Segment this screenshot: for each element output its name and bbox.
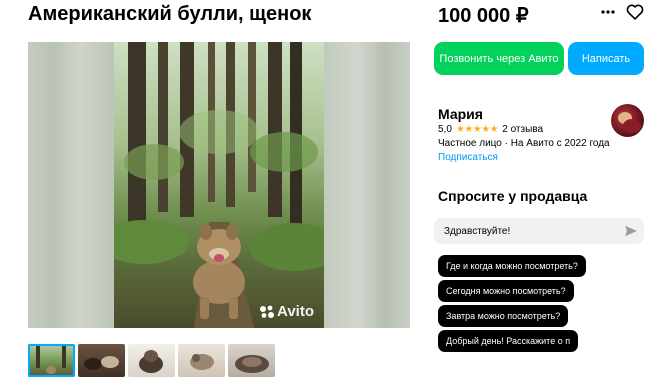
photo-blur-right [324,42,410,328]
seller-meta: Частное лицо · На Авито с 2022 года [438,138,610,149]
watermark-text: Avito [277,303,314,320]
suggestion-chip-3[interactable]: Завтра можно посмотреть? [438,305,569,327]
thumbnail-puppy-image [190,354,214,370]
favorite-button[interactable] [624,2,646,22]
send-icon [625,225,637,237]
heart-icon [626,4,644,20]
listing-price: 100 000 ₽ [438,5,529,27]
seller-avatar[interactable] [611,104,644,137]
seller-name[interactable]: Мария [438,106,483,122]
thumbnail-5[interactable] [228,344,275,377]
thumbnail-3[interactable] [128,344,175,377]
listing-title: Американский булли, щенок [28,3,312,25]
thumbnail-forest-image [36,344,66,374]
thumbnail-dogbed-image [235,355,269,373]
seller-rating: 5,0 ★★★★★ 2 отзыва [438,124,543,135]
thumbnail-strip [28,344,275,377]
suggestion-chip-4[interactable]: Добрый день! Расскажите о п [438,330,579,352]
avito-watermark: Avito [259,303,314,320]
thumbnail-dog-image [139,350,163,373]
subscribe-link[interactable]: Подписаться [438,152,498,163]
suggestion-chip-1[interactable]: Где и когда можно посмотреть? [438,255,586,277]
more-dots-icon [601,10,615,14]
message-input[interactable] [434,218,644,244]
forest-illustration [114,42,324,328]
rating-stars-icon: ★★★★★ [455,124,499,135]
suggestion-chip-2[interactable]: Сегодня можно посмотреть? [438,280,574,302]
photo-blur-left [28,42,114,328]
thumbnail-1[interactable] [28,344,75,377]
reviews-link[interactable]: 2 отзыва [502,124,543,135]
main-photo[interactable]: Avito [28,42,410,328]
thumbnail-2[interactable] [78,344,125,377]
more-options-button[interactable] [598,4,618,20]
thumbnail-4[interactable] [178,344,225,377]
rating-value: 5,0 [438,124,452,135]
ask-seller-title: Спросите у продавца [438,188,588,204]
write-message-button[interactable]: Написать [568,42,644,75]
call-via-avito-button[interactable]: Позвонить через Авито [434,42,564,75]
dog-in-forest-image [114,42,324,328]
thumbnail-puppies-image [84,356,119,370]
send-button[interactable] [624,224,638,238]
avito-logo-icon [260,305,275,319]
avatar-image [618,112,641,133]
